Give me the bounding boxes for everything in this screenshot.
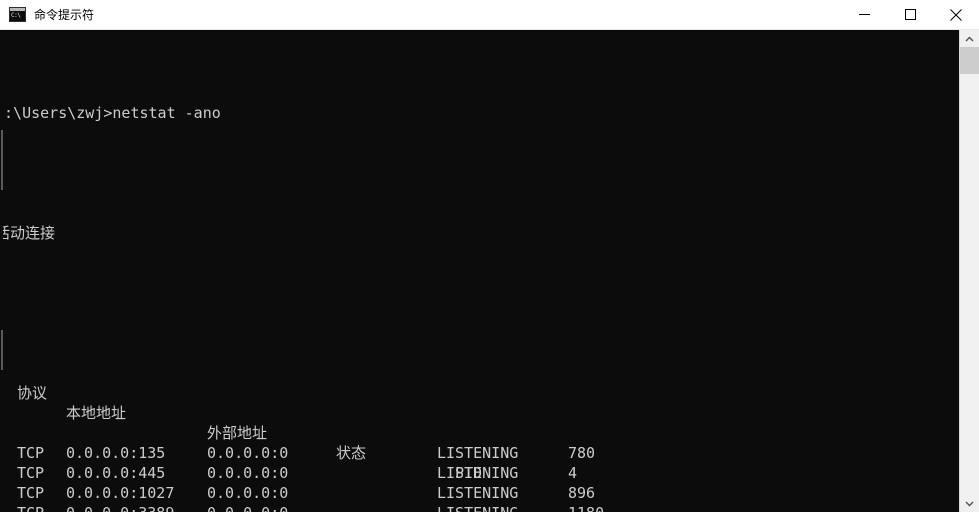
scroll-down-button[interactable] bbox=[960, 495, 979, 512]
title-bar[interactable]: C:\ 命令提示符 bbox=[0, 0, 979, 30]
cmd-prompt-icon: C:\ bbox=[9, 7, 26, 22]
console-output-area[interactable]: C:\Users\zwj>netstat -ano 活动连接 协议 本地地址 外… bbox=[0, 30, 979, 512]
maximize-button[interactable] bbox=[887, 0, 933, 29]
table-row: TCP 0.0.0.0:135 0.0.0.0:0 LISTENING 780 bbox=[0, 443, 595, 463]
console-text: C:\Users\zwj>netstat -ano 活动连接 协议 本地地址 外… bbox=[0, 43, 604, 512]
section-title: 活动连接 bbox=[0, 224, 56, 242]
icon-prompt-glyph: C:\ bbox=[11, 12, 21, 19]
row-local-address: 0.0.0.0:3389 bbox=[66, 503, 174, 512]
maximize-icon bbox=[904, 9, 916, 20]
row-pid: 780 bbox=[568, 444, 596, 462]
row-local-address: 0.0.0.0:445 bbox=[66, 464, 166, 482]
row-state: LISTENING bbox=[437, 503, 518, 512]
row-remote-address: 0.0.0.0:0 bbox=[207, 503, 288, 512]
command-prompt-window: C:\ 命令提示符 C:\Users\zwj>netstat -ano 活动连接 bbox=[0, 0, 979, 512]
chevron-up-icon bbox=[965, 36, 974, 41]
row-pid: 4 bbox=[568, 464, 578, 482]
scrollbar-thumb[interactable] bbox=[960, 47, 979, 74]
header-local: 本地地址 bbox=[66, 404, 127, 422]
table-row: TCP 0.0.0.0:3389 0.0.0.0:0 LISTENING 1180 bbox=[0, 503, 604, 512]
row-pid: 1180 bbox=[568, 503, 604, 512]
connection-rows: TCP 0.0.0.0:135 0.0.0.0:0 LISTENING 780 TCP 0.… bbox=[0, 443, 604, 512]
row-pid: 896 bbox=[568, 484, 596, 502]
table-row: TCP 0.0.0.0:445 0.0.0.0:0 LISTENING 4 bbox=[0, 463, 577, 483]
row-state: LISTENING bbox=[437, 464, 519, 482]
close-button[interactable] bbox=[933, 0, 979, 29]
table-header-row: 协议 本地地址 外部地址 状态 PID bbox=[0, 363, 482, 482]
row-local-address: 0.0.0.0:1027 bbox=[66, 484, 175, 502]
minimize-button[interactable] bbox=[841, 0, 887, 29]
edge-sliver-2 bbox=[1, 330, 3, 370]
row-proto: TCP bbox=[17, 444, 45, 462]
edge-sliver-1 bbox=[1, 130, 3, 190]
vertical-scrollbar[interactable] bbox=[959, 30, 979, 512]
header-proto: 协议 bbox=[17, 384, 48, 402]
prompt-line: C:\Users\zwj>netstat -ano bbox=[0, 104, 221, 122]
scroll-up-button[interactable] bbox=[960, 30, 979, 47]
row-proto: TCP bbox=[17, 484, 45, 502]
row-state: LISTENING bbox=[437, 484, 519, 502]
close-icon bbox=[950, 8, 962, 21]
minimize-icon bbox=[858, 14, 870, 15]
row-remote-address: 0.0.0.0:0 bbox=[207, 464, 289, 482]
row-proto: TCP bbox=[17, 464, 45, 482]
header-state: 状态 bbox=[336, 444, 367, 462]
header-remote: 外部地址 bbox=[207, 424, 268, 442]
row-proto: TCP bbox=[17, 503, 44, 512]
window-title: 命令提示符 bbox=[34, 8, 95, 22]
row-remote-address: 0.0.0.0:0 bbox=[207, 484, 289, 502]
row-state: LISTENING bbox=[437, 444, 519, 462]
table-row: TCP 0.0.0.0:1027 0.0.0.0:0 LISTENING 896 bbox=[0, 483, 595, 503]
chevron-down-icon bbox=[965, 501, 974, 506]
row-local-address: 0.0.0.0:135 bbox=[66, 444, 166, 462]
row-remote-address: 0.0.0.0:0 bbox=[207, 444, 289, 462]
window-left-edge bbox=[0, 30, 3, 512]
